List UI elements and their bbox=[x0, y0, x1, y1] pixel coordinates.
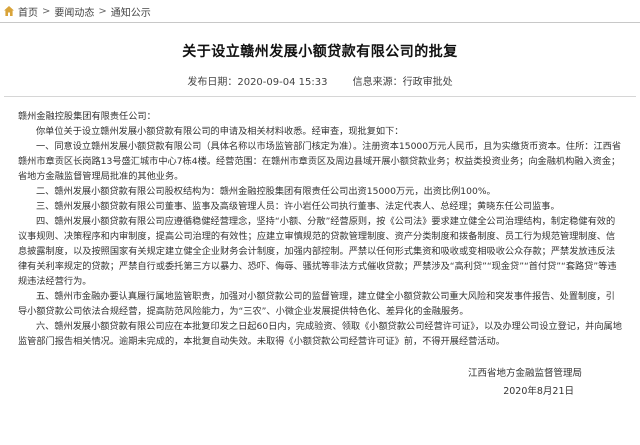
paragraph-intro: 你单位关于设立赣州发展小额贷款有限公司的申请及相关材料收悉。经审查，现批复如下： bbox=[36, 126, 404, 137]
article-title: 关于设立赣州发展小额贷款有限公司的批复 bbox=[182, 44, 458, 60]
paragraph-5: 五、赣州市金融办要认真履行属地监管职责，加强对小额贷款公司的监督管理，建立健全小… bbox=[18, 291, 615, 317]
salutation: 赣州金融控股集团有限责任公司： bbox=[18, 111, 156, 122]
issuer-name: 江西省地方金融监督管理局 bbox=[467, 368, 582, 379]
breadcrumb-divider bbox=[0, 22, 640, 23]
paragraph-4: 四、赣州发展小额贷款有限公司应遵循稳健经营理念，坚持“小额、分散”经营原则，按《… bbox=[18, 216, 617, 287]
paragraph-2: 二、赣州发展小额贷款有限公司股权结构为：赣州金融控股集团有限责任公司出资1500… bbox=[36, 186, 496, 197]
publish-date: 发布日期：2020-09-04 15:33 bbox=[187, 77, 328, 88]
breadcrumb-section-link[interactable]: 要闻动态 bbox=[54, 4, 94, 19]
info-source: 信息来源：行政审批处 bbox=[352, 77, 453, 88]
breadcrumb-separator: > bbox=[42, 5, 51, 17]
breadcrumb: 首页 > 要闻动态 > 通知公示 bbox=[0, 0, 640, 22]
article-body: 赣州金融控股集团有限责任公司： 你单位关于设立赣州发展小额贷款有限公司的申请及相… bbox=[0, 109, 640, 349]
breadcrumb-current-link[interactable]: 通知公示 bbox=[111, 4, 151, 19]
home-icon bbox=[3, 5, 15, 17]
issue-date: 2020年8月21日 bbox=[503, 386, 574, 397]
paragraph-3: 三、赣州发展小额贷款有限公司董事、监事及高级管理人员：许小岩任公司执行董事、法定… bbox=[36, 201, 560, 212]
paragraph-6: 六、赣州发展小额贷款有限公司应在本批复印发之日起60日内，完成验资、领取《小额贷… bbox=[18, 321, 622, 347]
breadcrumb-home-link[interactable]: 首页 bbox=[18, 4, 38, 19]
meta-divider bbox=[4, 96, 636, 97]
article-meta: 发布日期：2020-09-04 15:33 信息来源：行政审批处 bbox=[0, 73, 640, 88]
paragraph-1: 一、同意设立赣州发展小额贷款有限公司（具体名称以市场监管部门核定为准）。注册资本… bbox=[18, 141, 622, 182]
breadcrumb-separator: > bbox=[98, 5, 107, 17]
